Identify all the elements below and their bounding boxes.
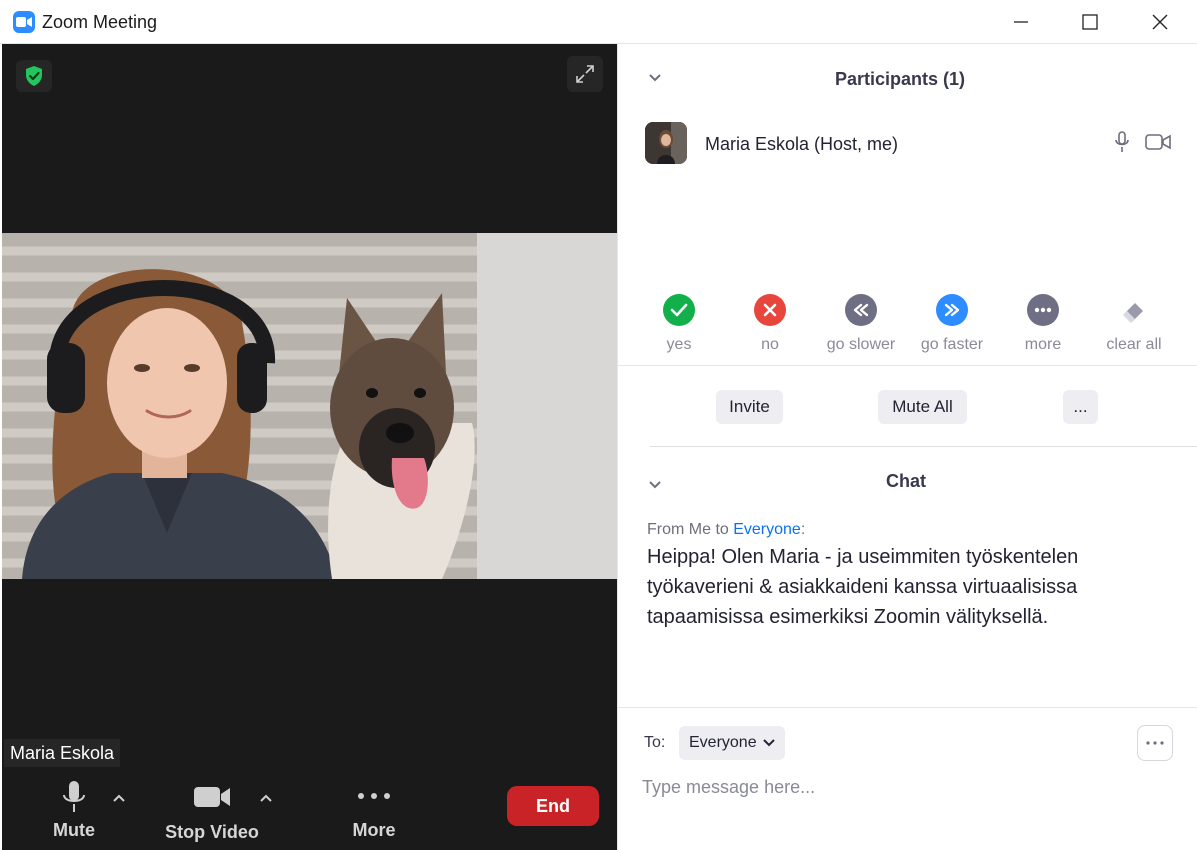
reaction-go-slower[interactable]: go slower <box>811 294 911 354</box>
participants-collapse-chevron-icon[interactable] <box>648 70 662 88</box>
reaction-label: go slower <box>826 336 896 353</box>
mute-all-button[interactable]: Mute All <box>878 390 967 424</box>
x-icon <box>754 294 786 326</box>
reaction-clear-all[interactable]: clear all <box>1084 294 1184 354</box>
more-button[interactable]: More <box>344 792 404 841</box>
reaction-label: clear all <box>1106 336 1162 353</box>
fullscreen-icon[interactable] <box>567 56 603 92</box>
composer-divider <box>618 707 1197 708</box>
stop-video-button[interactable]: Stop Video <box>162 784 262 843</box>
chat-collapse-chevron-icon[interactable] <box>648 477 662 495</box>
mute-label: Mute <box>53 820 95 840</box>
participant-video <box>2 233 617 579</box>
title-bar: Zoom Meeting <box>0 0 1197 44</box>
microphone-icon <box>63 781 85 812</box>
recipient-select[interactable]: Everyone <box>679 726 785 760</box>
participants-more-button[interactable]: ... <box>1063 390 1098 424</box>
chat-message-input[interactable] <box>642 772 1172 802</box>
chat-recipient-link[interactable]: Everyone <box>733 521 801 538</box>
participant-name-tag: Maria Eskola <box>4 739 121 767</box>
participant-row[interactable]: Maria Eskola (Host, me) <box>645 122 1175 166</box>
dots-icon <box>1027 294 1059 326</box>
reaction-label: yes <box>666 336 692 353</box>
reaction-more[interactable]: more <box>993 294 1093 354</box>
chat-meta-suffix: : <box>800 521 806 538</box>
encryption-shield-icon[interactable] <box>16 60 52 92</box>
reaction-go-faster[interactable]: go faster <box>902 294 1002 354</box>
divider <box>650 446 1197 447</box>
rewind-icon <box>845 294 877 326</box>
to-label: To: <box>644 734 666 751</box>
video-options-chevron-icon[interactable] <box>259 790 273 808</box>
fast-forward-icon <box>936 294 968 326</box>
participant-name: Maria Eskola (Host, me) <box>705 134 899 154</box>
microphone-icon[interactable] <box>1115 131 1129 158</box>
stop-video-label: Stop Video <box>165 822 259 842</box>
dots-icon <box>358 793 390 799</box>
dots-icon <box>1146 741 1164 745</box>
reaction-no[interactable]: no <box>720 294 820 354</box>
zoom-logo-icon <box>13 11 35 33</box>
close-button[interactable] <box>1137 6 1183 38</box>
window-title: Zoom Meeting <box>42 12 158 32</box>
reaction-label: go faster <box>920 336 984 353</box>
video-area: Maria Eskola Mute Stop Video More End <box>2 44 617 850</box>
minimize-button[interactable] <box>998 6 1044 38</box>
avatar <box>645 122 687 164</box>
nonverbal-feedback-bar: yes no go slower go faster more clear al… <box>618 294 1197 366</box>
eraser-icon <box>1118 294 1150 326</box>
participants-title: Participants (1) <box>835 69 966 89</box>
chat-message-text: Heippa! Olen Maria - ja useimmiten työsk… <box>647 546 1079 628</box>
video-camera-icon <box>194 787 230 807</box>
reaction-label: no <box>761 336 779 353</box>
audio-options-chevron-icon[interactable] <box>112 790 126 808</box>
side-panel: Participants (1) Maria Eskola (Host, me)… <box>617 44 1197 850</box>
chat-sender: From Me to <box>647 521 734 538</box>
chat-more-options-button[interactable] <box>1137 725 1173 761</box>
reaction-yes[interactable]: yes <box>629 294 729 354</box>
end-meeting-button[interactable]: End <box>507 786 599 826</box>
meeting-toolbar: Mute Stop Video More End <box>2 770 617 850</box>
mute-button[interactable]: Mute <box>46 780 102 841</box>
reaction-label: more <box>1024 336 1062 353</box>
recipient-value: Everyone <box>689 734 757 751</box>
more-label: More <box>352 820 396 840</box>
chat-message-meta: From Me to Everyone: <box>647 521 805 539</box>
video-camera-icon[interactable] <box>1145 133 1171 156</box>
check-icon <box>663 294 695 326</box>
chevron-down-icon <box>762 739 775 747</box>
maximize-button[interactable] <box>1067 6 1113 38</box>
chat-title: Chat <box>886 471 926 491</box>
invite-button[interactable]: Invite <box>716 390 783 424</box>
